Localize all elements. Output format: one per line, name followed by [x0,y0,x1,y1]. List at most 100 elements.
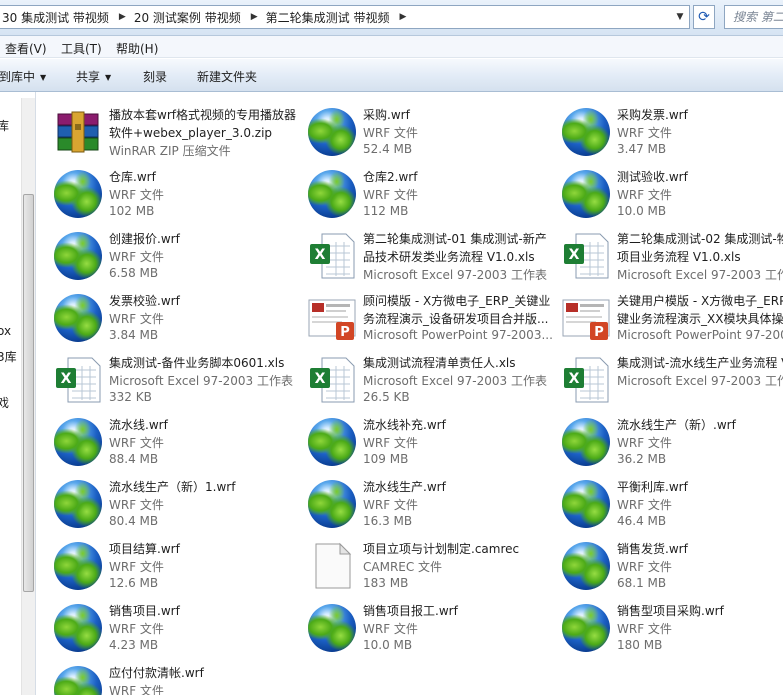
file-size: 80.4 MB [109,514,159,528]
file-item[interactable]: 流水线生产（新）.wrf WRF 文件 36.2 MB [545,409,783,467]
file-item[interactable]: 销售型项目采购.wrf WRF 文件 180 MB [545,595,783,653]
file-name: 销售型项目采购.wrf [617,604,724,618]
file-name: 流水线生产.wrf [363,480,446,494]
excel-sheet-icon: X [562,232,610,280]
file-item[interactable]: 流水线.wrf WRF 文件 88.4 MB [37,409,291,467]
file-item[interactable]: 采购发票.wrf WRF 文件 3.47 MB [545,99,783,157]
file-item[interactable]: 销售发货.wrf WRF 文件 68.1 MB [545,533,783,591]
breadcrumb-separator-icon[interactable]: ▶ [245,12,264,22]
file-item[interactable]: X 第二轮集成测试-02 集成测试-物类项目业务流程 V1.0.xls Micros… [545,223,783,282]
search-input[interactable]: 搜索 第二 [724,5,783,29]
refresh-icon: ⟳ [698,9,710,25]
file-type: CAMREC 文件 [363,560,443,574]
file-item[interactable]: X 第二轮集成测试-01 集成测试-新产品技术研发类业务流程 V1.0.xls Mi… [291,223,547,282]
file-name: 关键用户模版 - X方微电子_ERP_关键业务流程演示_XX模块具体操 [617,294,783,326]
file-item[interactable]: 流水线生产.wrf WRF 文件 16.3 MB [291,471,545,529]
file-item[interactable]: 发票校验.wrf WRF 文件 3.84 MB [37,285,291,343]
scrollbar-thumb[interactable] [23,194,34,592]
address-bar[interactable]: 30 集成测试 带视频 ▶ 20 测试案例 带视频 ▶ 第二轮集成测试 带视频 … [0,5,690,29]
file-item[interactable]: X 集成测试-备件业务脚本0601.xls Microsoft Excel 97-2… [37,347,293,405]
file-type: WRF 文件 [617,560,672,574]
file-item[interactable]: 仓库2.wrf WRF 文件 112 MB [291,161,545,219]
file-item[interactable]: 流水线补充.wrf WRF 文件 109 MB [291,409,545,467]
file-item[interactable]: 销售项目.wrf WRF 文件 4.23 MB [37,595,291,653]
wrf-globe-icon [54,542,102,590]
refresh-button[interactable]: ⟳ [693,5,715,29]
file-name: 流水线生产（新）.wrf [617,418,736,432]
wrf-globe-icon [54,480,102,528]
burn-button[interactable]: 刻录 [143,68,167,85]
file-type: Microsoft Excel 97-2003 工作表 [363,268,547,282]
wrf-globe-icon [562,418,610,466]
winrar-archive-icon [54,108,102,156]
share-button[interactable]: 共享 ▼ [76,68,111,85]
excel-sheet-icon: X [308,356,356,404]
file-item[interactable]: 仓库.wrf WRF 文件 102 MB [37,161,291,219]
file-type: WinRAR ZIP 压缩文件 [109,144,231,158]
file-name: 销售项目报工.wrf [363,604,458,618]
file-item[interactable]: 销售项目报工.wrf WRF 文件 10.0 MB [291,595,545,653]
file-item[interactable]: 播放本套wrf格式视频的专用播放器软件+webex_player_3.0.zip… [37,99,296,158]
wrf-globe-icon [562,542,610,590]
file-type: Microsoft PowerPoint 97-2003... [363,328,553,342]
menu-help[interactable]: 帮助(H) [116,40,158,57]
file-size: 46.4 MB [617,514,667,528]
file-size: 16.3 MB [363,514,413,528]
file-type: WRF 文件 [617,188,672,202]
breadcrumb-folder-1[interactable]: 30 集成测试 带视频 [0,9,113,26]
file-name: 销售项目.wrf [109,604,180,618]
file-type: WRF 文件 [363,436,418,450]
file-item[interactable]: 测试验收.wrf WRF 文件 10.0 MB [545,161,783,219]
file-size: 52.4 MB [363,142,413,156]
file-type: WRF 文件 [363,498,418,512]
nav-item-fragment[interactable]: 3库 [0,348,17,365]
file-item[interactable]: X 集成测试流程清单责任人.xls Microsoft Excel 97-2003 … [291,347,547,405]
file-size: 12.6 MB [109,576,159,590]
file-name: 发票校验.wrf [109,294,180,308]
file-size: 10.0 MB [363,638,413,652]
file-item[interactable]: P 顾问模版 - X方微电子_ERP_关键业务流程演示_设备研发项目合并版... M… [291,285,553,343]
file-type: WRF 文件 [109,622,164,636]
navigation-scrollbar[interactable] [21,98,35,695]
address-history-dropdown-icon[interactable]: ▼ [673,9,687,25]
file-name: 测试验收.wrf [617,170,688,184]
breadcrumb-folder-3[interactable]: 第二轮集成测试 带视频 [264,9,394,26]
file-item[interactable]: 创建报价.wrf WRF 文件 6.58 MB [37,223,291,281]
file-item[interactable]: X 集成测试-流水线生产业务流程 V2.1.xls Microsoft Excel … [545,347,783,405]
file-name: 应付付款清帐.wrf [109,666,204,680]
file-size: 3.84 MB [109,328,159,342]
include-in-library-button[interactable]: 到库中 ▼ [0,68,46,85]
file-name: 采购发票.wrf [617,108,688,122]
wrf-globe-icon [562,480,610,528]
chevron-down-icon: ▼ [40,73,47,82]
nav-item-fragment[interactable]: ox [0,324,11,338]
file-item[interactable]: 流水线生产（新）1.wrf WRF 文件 80.4 MB [37,471,291,529]
file-type: WRF 文件 [363,126,418,140]
wrf-globe-icon [308,108,356,156]
file-name: 项目结算.wrf [109,542,180,556]
file-item[interactable]: 采购.wrf WRF 文件 52.4 MB [291,99,545,157]
nav-item-fragment[interactable]: 库 [0,117,9,134]
file-item[interactable]: 项目结算.wrf WRF 文件 12.6 MB [37,533,291,591]
file-item[interactable]: 项目立项与计划制定.camrec CAMREC 文件 183 MB [291,533,545,591]
wrf-globe-icon [308,418,356,466]
menu-tools[interactable]: 工具(T) [61,40,102,57]
menu-view[interactable]: 查看(V) [5,40,47,57]
nav-item-fragment[interactable]: 戏 [0,394,9,411]
file-name: 平衡利库.wrf [617,480,688,494]
file-type: Microsoft PowerPoint 97-2007 [617,328,783,342]
file-item[interactable]: 应付付款清帐.wrf WRF 文件 [37,657,291,695]
file-item[interactable]: P 关键用户模版 - X方微电子_ERP_关键业务流程演示_XX模块具体操 Micr… [545,285,783,343]
breadcrumb-folder-2[interactable]: 20 测试案例 带视频 [132,9,245,26]
wrf-globe-icon [308,480,356,528]
svg-text:X: X [569,247,580,263]
file-size: 109 MB [363,452,409,466]
file-type: WRF 文件 [109,250,164,264]
svg-text:X: X [315,247,326,263]
file-item[interactable]: 平衡利库.wrf WRF 文件 46.4 MB [545,471,783,529]
breadcrumb-separator-icon[interactable]: ▶ [393,12,412,22]
powerpoint-slide-icon: P [562,294,610,342]
new-folder-button[interactable]: 新建文件夹 [197,68,257,85]
file-type: WRF 文件 [109,560,164,574]
breadcrumb-separator-icon[interactable]: ▶ [113,12,132,22]
